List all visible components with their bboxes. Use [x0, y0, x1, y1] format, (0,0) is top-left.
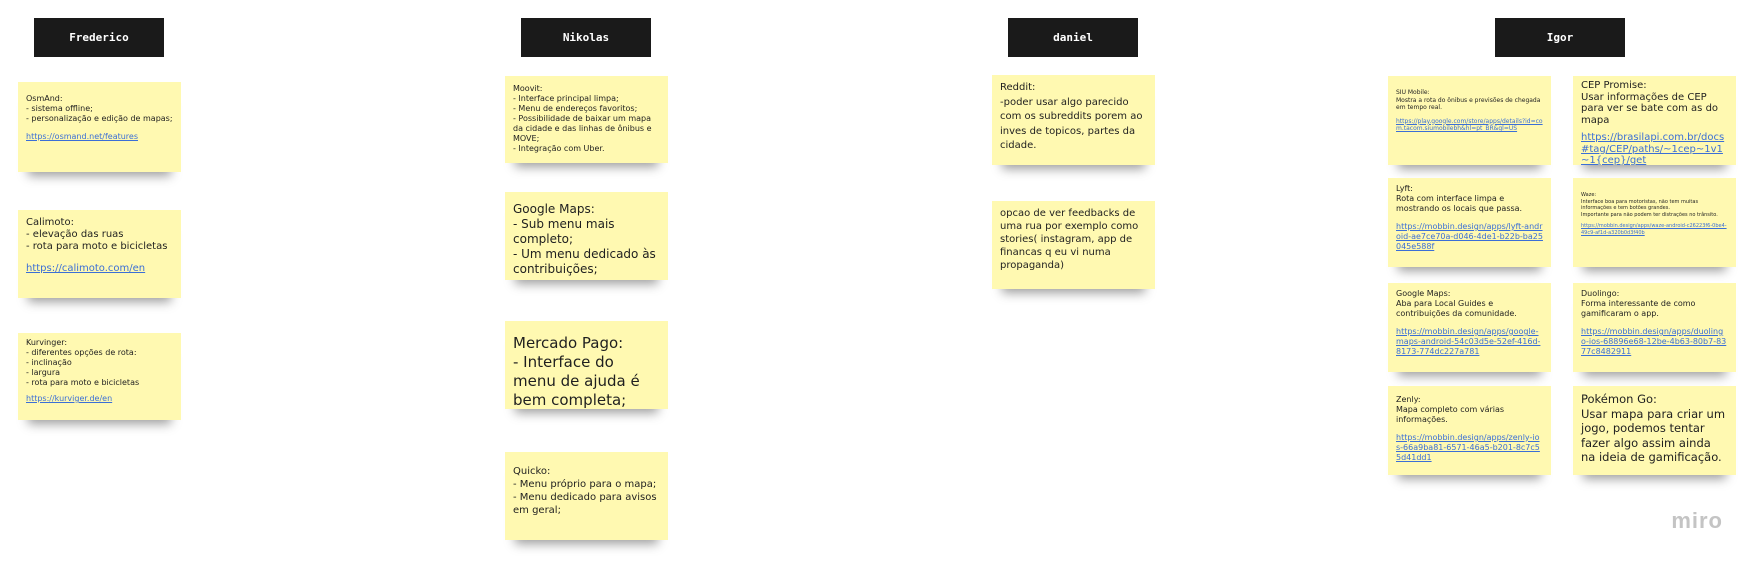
note-line: Importante para não podem ter distrações…: [1581, 211, 1718, 218]
note-line: Usar mapa para criar um jogo, podemos te…: [1581, 406, 1729, 465]
sticky-note-pokemon-go[interactable]: Pokémon Go: Usar mapa para criar um jogo…: [1573, 386, 1736, 475]
note-link[interactable]: https://mobbin.design/apps/duolingo-ios-…: [1581, 327, 1728, 357]
note-title: Reddit:: [1000, 82, 1036, 93]
note-line: - elevação das ruas: [26, 229, 124, 240]
note-line: -poder usar algo parecido com os subredd…: [1000, 96, 1146, 152]
note-title: Google Maps:: [513, 202, 595, 216]
note-line: Interface boa para motoristas, não tem m…: [1581, 198, 1700, 212]
note-title: Lyft:: [1396, 184, 1413, 193]
note-line: - largura: [26, 368, 61, 377]
note-link[interactable]: https://mobbin.design/apps/lyft-android-…: [1396, 222, 1543, 252]
note-title: Calimoto:: [26, 217, 74, 228]
sticky-note-google-maps-igor[interactable]: Google Maps: Aba para Local Guides e con…: [1388, 283, 1551, 372]
sticky-note-feedbacks[interactable]: opcao de ver feedbacks de uma rua por ex…: [992, 201, 1155, 289]
note-line: - Interface principal limpa;: [513, 94, 619, 103]
note-title: SIU Mobile:: [1396, 89, 1430, 96]
note-link[interactable]: https://brasilapi.com.br/docs#tag/CEP/pa…: [1581, 132, 1728, 165]
note-line: - diferentes opções de rota:: [26, 348, 137, 357]
note-title: Mercado Pago:: [513, 334, 624, 352]
note-line: - Interface do menu de ajuda é bem compl…: [513, 353, 645, 409]
note-line: Rota com interface limpa e mostrando os …: [1396, 194, 1523, 213]
note-line: - personalização e edição de mapas;: [26, 114, 173, 123]
note-line: - Sub menu mais completo;: [513, 217, 619, 246]
sticky-note-kurvinger[interactable]: Kurvinger: - diferentes opções de rota: …: [18, 333, 181, 420]
sticky-note-lyft[interactable]: Lyft: Rota com interface limpa e mostran…: [1388, 178, 1551, 267]
note-title: Pokémon Go:: [1581, 392, 1657, 406]
note-title: Google Maps:: [1396, 289, 1451, 298]
note-link[interactable]: https://calimoto.com/en: [26, 263, 173, 275]
column-header-nikolas[interactable]: Nikolas: [521, 18, 651, 57]
note-line: Usar informações de CEP para ver se bate…: [1581, 91, 1722, 126]
note-line: Mostra a rota do ônibus e previsões de c…: [1396, 96, 1543, 112]
note-title: Zenly:: [1396, 395, 1421, 404]
sticky-note-cep-promise[interactable]: CEP Promise: Usar informações de CEP par…: [1573, 76, 1736, 165]
column-header-frederico[interactable]: Frederico: [34, 18, 164, 57]
column-header-daniel[interactable]: daniel: [1008, 18, 1138, 57]
sticky-note-moovit[interactable]: Moovit: - Interface principal limpa; - M…: [505, 76, 668, 163]
sticky-note-duolingo[interactable]: Duolingo: Forma interessante de como gam…: [1573, 283, 1736, 372]
note-line: - sistema offline;: [26, 104, 93, 113]
sticky-note-siu-mobile[interactable]: SIU Mobile: Mostra a rota do ônibus e pr…: [1388, 76, 1551, 165]
column-header-igor[interactable]: Igor: [1495, 18, 1625, 57]
sticky-note-zenly[interactable]: Zenly: Mapa completo com várias informaç…: [1388, 386, 1551, 475]
sticky-note-osmand[interactable]: OsmAnd: - sistema offline; - personaliza…: [18, 82, 181, 172]
note-link[interactable]: https://play.google.com/store/apps/detai…: [1396, 118, 1543, 133]
sticky-note-calimoto[interactable]: Calimoto: - elevação das ruas - rota par…: [18, 210, 181, 298]
note-link[interactable]: https://osmand.net/features: [26, 132, 173, 142]
note-link[interactable]: https://mobbin.design/apps/waze-android-…: [1581, 223, 1728, 236]
note-line: Aba para Local Guides e contribuições da…: [1396, 299, 1517, 318]
note-link[interactable]: https://mobbin.design/apps/google-maps-a…: [1396, 327, 1543, 357]
note-line: - rota para moto e bicicletas: [26, 378, 140, 387]
note-title: Duolingo:: [1581, 289, 1620, 298]
note-line: - Menu próprio para o mapa;: [513, 479, 657, 490]
sticky-note-quicko[interactable]: Quicko: - Menu próprio para o mapa; - Me…: [505, 452, 668, 540]
note-line: Forma interessante de como gamificaram o…: [1581, 299, 1698, 318]
note-line: - Integração com Uber.: [513, 144, 605, 153]
note-line: - Menu dedicado para avisos em geral;: [513, 492, 660, 516]
note-line: - rota para moto e bicicletas: [26, 241, 168, 252]
note-line: opcao de ver feedbacks de uma rua por ex…: [1000, 208, 1142, 271]
miro-logo: miro: [1671, 508, 1723, 533]
sticky-note-mercado-pago[interactable]: Mercado Pago: - Interface do menu de aju…: [505, 321, 668, 409]
note-line: - Possibilidade de baixar um mapa da cid…: [513, 114, 655, 143]
note-title: CEP Promise:: [1581, 80, 1647, 91]
note-line: - inclinação: [26, 358, 72, 367]
note-link[interactable]: https://kurviger.de/en: [26, 394, 173, 404]
note-line: - Menu de endereços favoritos;: [513, 104, 638, 113]
sticky-note-google-maps[interactable]: Google Maps: - Sub menu mais completo; -…: [505, 192, 668, 280]
sticky-note-waze[interactable]: Waze: Interface boa para motoristas, não…: [1573, 178, 1736, 267]
note-title: Kurvinger:: [26, 338, 68, 347]
note-title: OsmAnd:: [26, 94, 63, 103]
note-link[interactable]: https://mobbin.design/apps/zenly-ios-66a…: [1396, 433, 1543, 463]
note-title: Moovit:: [513, 84, 543, 93]
note-line: Mapa completo com várias informações.: [1396, 405, 1507, 424]
sticky-note-reddit[interactable]: Reddit: -poder usar algo parecido com os…: [992, 75, 1155, 165]
note-line: - Um menu dedicado às contribuições;: [513, 247, 660, 276]
note-title: Quicko:: [513, 466, 551, 477]
